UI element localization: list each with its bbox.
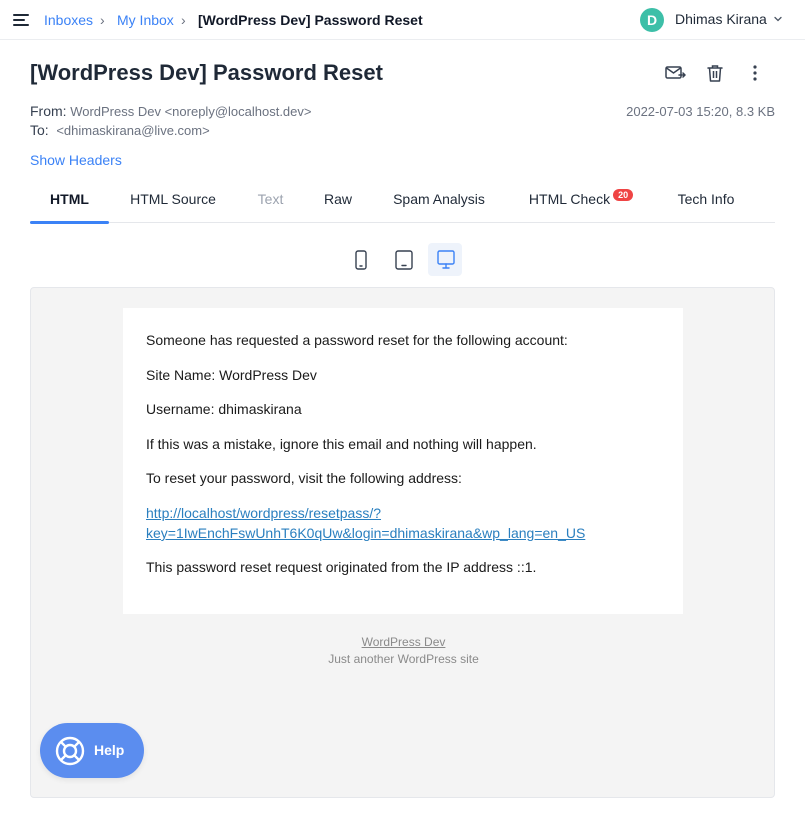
reset-link-line1[interactable]: http://localhost/wordpress/resetpass/? [146, 505, 381, 521]
monitor-icon [437, 250, 455, 269]
show-headers-link[interactable]: Show Headers [30, 152, 122, 168]
top-bar: Inboxes › My Inbox › [WordPress Dev] Pas… [0, 0, 805, 40]
to-label: To: [30, 122, 49, 138]
email-text: To reset your password, visit the follow… [146, 470, 462, 486]
help-label: Help [94, 742, 125, 758]
email-body: Someone has requested a password reset f… [123, 308, 683, 614]
breadcrumb-current: [WordPress Dev] Password Reset [198, 12, 423, 28]
trash-icon[interactable] [704, 62, 726, 84]
html-check-badge: 20 [613, 189, 634, 201]
avatar[interactable]: D [640, 8, 664, 32]
breadcrumb-my-inbox[interactable]: My Inbox [117, 11, 174, 29]
email-text: Username: dhimaskirana [146, 401, 302, 417]
to-row: To: <dhimaskirana@live.com> [30, 122, 210, 138]
tab-raw[interactable]: Raw [319, 180, 357, 223]
tablet-icon [395, 250, 413, 270]
view-tablet-button[interactable] [386, 243, 420, 276]
tab-html-check[interactable]: HTML Check 20 [521, 180, 641, 223]
chevron-right-icon: › [100, 12, 105, 28]
reset-link-line2[interactable]: key=1IwEnchFswUnhT6K0qUw&login=dhimaskir… [146, 525, 585, 541]
from-value[interactable]: WordPress Dev <noreply@localhost.dev> [70, 104, 311, 119]
more-vertical-icon[interactable] [744, 62, 766, 84]
message-date-size: 2022-07-03 15:20, 8.3 KB [626, 104, 775, 119]
view-tabs: HTML HTML Source Text Raw Spam Analysis … [30, 180, 775, 224]
message-subject: [WordPress Dev] Password Reset [30, 60, 383, 85]
mail-forward-icon[interactable] [664, 62, 686, 84]
email-text: Someone has requested a password reset f… [146, 332, 568, 348]
tab-html-check-label: HTML Check [528, 191, 611, 207]
tab-text[interactable]: Text [252, 180, 289, 223]
view-phone-button[interactable] [344, 243, 378, 276]
phone-icon [355, 250, 367, 270]
tab-tech-info[interactable]: Tech Info [672, 180, 740, 223]
tab-spam-analysis[interactable]: Spam Analysis [387, 180, 491, 223]
tab-html-source[interactable]: HTML Source [123, 180, 223, 223]
email-text: This password reset request originated f… [146, 559, 537, 575]
chevron-down-icon[interactable] [773, 14, 783, 24]
email-text: If this was a mistake, ignore this email… [146, 436, 537, 452]
from-row: From: WordPress Dev <noreply@localhost.d… [30, 103, 311, 119]
user-name[interactable]: Dhimas Kirana [675, 11, 767, 27]
menu-icon[interactable] [13, 12, 31, 28]
to-value[interactable]: <dhimaskirana@live.com> [56, 123, 209, 138]
lifebuoy-icon [55, 736, 85, 766]
email-text: Site Name: WordPress Dev [146, 367, 317, 383]
help-button[interactable]: Help [40, 723, 144, 778]
footer-tagline: Just another WordPress site [328, 652, 479, 666]
tab-html[interactable]: HTML [30, 180, 109, 224]
chevron-right-icon: › [181, 12, 186, 28]
view-desktop-button[interactable] [428, 243, 462, 276]
email-preview: Someone has requested a password reset f… [30, 287, 775, 798]
breadcrumb-inboxes[interactable]: Inboxes [44, 11, 93, 29]
footer-site-link[interactable]: WordPress Dev [31, 635, 776, 649]
from-label: From: [30, 103, 67, 119]
